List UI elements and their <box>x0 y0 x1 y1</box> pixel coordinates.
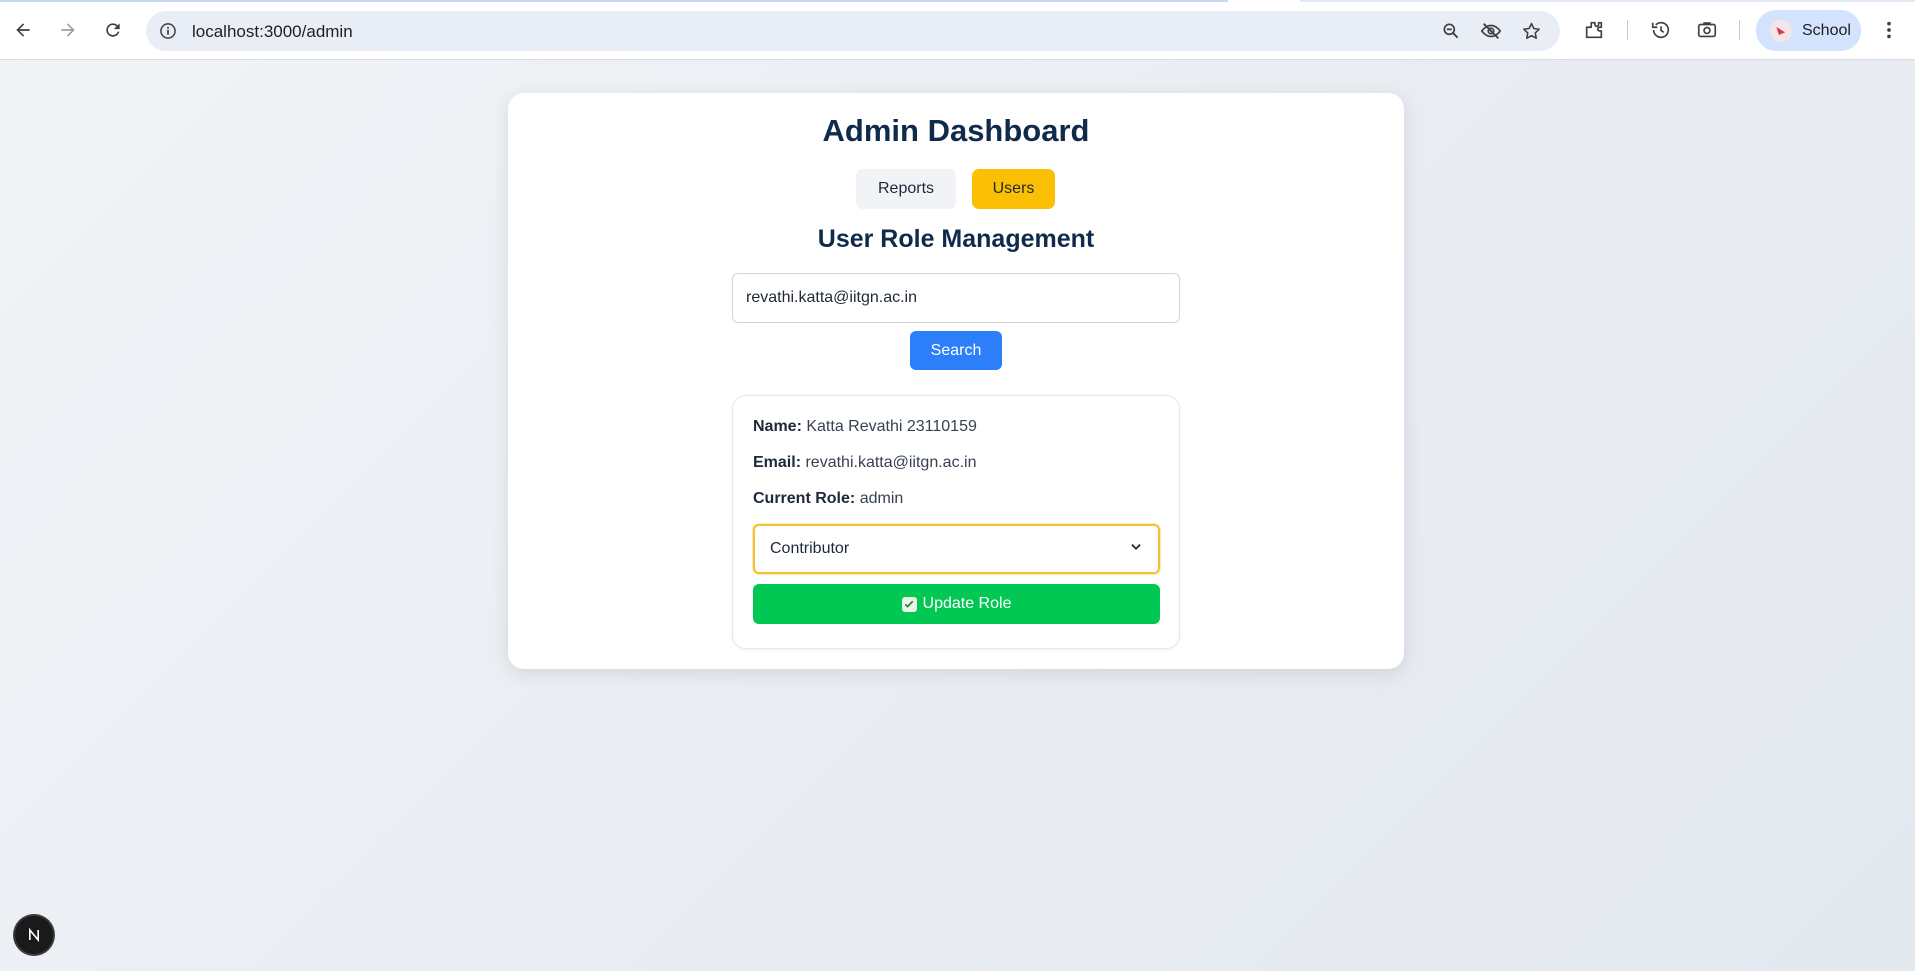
loading-bar-track <box>1300 0 1915 2</box>
browser-toolbar: localhost:3000/admin School <box>0 0 1915 60</box>
screenshot-icon[interactable] <box>1694 17 1720 43</box>
tab-users[interactable]: Users <box>972 169 1055 209</box>
checkmark-icon <box>901 596 917 612</box>
page-title: Admin Dashboard <box>822 113 1090 148</box>
toolbar-divider <box>1627 20 1628 40</box>
nextjs-logo-icon <box>29 927 39 943</box>
zoom-icon[interactable] <box>1439 19 1463 43</box>
user-search-input[interactable] <box>732 273 1180 323</box>
user-details-card: Name: Katta Revathi 23110159 Email: reva… <box>732 395 1180 649</box>
extensions-icon[interactable] <box>1581 17 1607 43</box>
profile-name: School <box>1802 21 1851 39</box>
chevron-down-icon <box>1129 540 1143 559</box>
user-name-row: Name: Katta Revathi 23110159 <box>753 418 977 436</box>
reload-icon[interactable] <box>97 14 129 46</box>
role-label: Current Role: <box>753 490 856 507</box>
email-value: revathi.katta@iitgn.ac.in <box>805 454 977 471</box>
history-icon[interactable] <box>1648 17 1674 43</box>
admin-dashboard-card: Admin Dashboard Reports Users User Role … <box>508 93 1404 669</box>
update-role-label: Update Role <box>922 595 1012 612</box>
role-value: admin <box>859 490 904 507</box>
user-role-row: Current Role: admin <box>753 490 903 508</box>
name-label: Name: <box>753 418 802 435</box>
url-text: localhost:3000/admin <box>192 22 353 41</box>
bookmark-star-icon[interactable] <box>1519 19 1543 43</box>
name-value: Katta Revathi 23110159 <box>806 418 977 435</box>
site-info-icon[interactable] <box>156 19 180 43</box>
tracking-protection-icon[interactable] <box>1479 19 1503 43</box>
section-title: User Role Management <box>817 225 1095 253</box>
nextjs-dev-badge[interactable] <box>15 916 53 954</box>
email-label: Email: <box>753 454 802 471</box>
search-button[interactable]: Search <box>910 331 1002 370</box>
back-icon[interactable] <box>7 14 39 46</box>
tab-reports[interactable]: Reports <box>856 169 956 209</box>
address-bar[interactable]: localhost:3000/admin <box>146 11 1560 51</box>
role-select-value: Contributor <box>770 540 850 557</box>
profile-button[interactable]: School <box>1756 10 1861 51</box>
loading-bar <box>0 0 1228 2</box>
role-select[interactable]: Contributor <box>753 524 1160 574</box>
update-role-button[interactable]: Update Role <box>753 584 1160 624</box>
profile-avatar-icon <box>1770 19 1792 42</box>
forward-icon[interactable] <box>52 14 84 46</box>
dashboard-tabs: Reports Users <box>856 169 1055 209</box>
kebab-menu-icon[interactable] <box>1876 17 1902 43</box>
toolbar-divider <box>1739 20 1740 40</box>
user-email-row: Email: revathi.katta@iitgn.ac.in <box>753 454 976 472</box>
